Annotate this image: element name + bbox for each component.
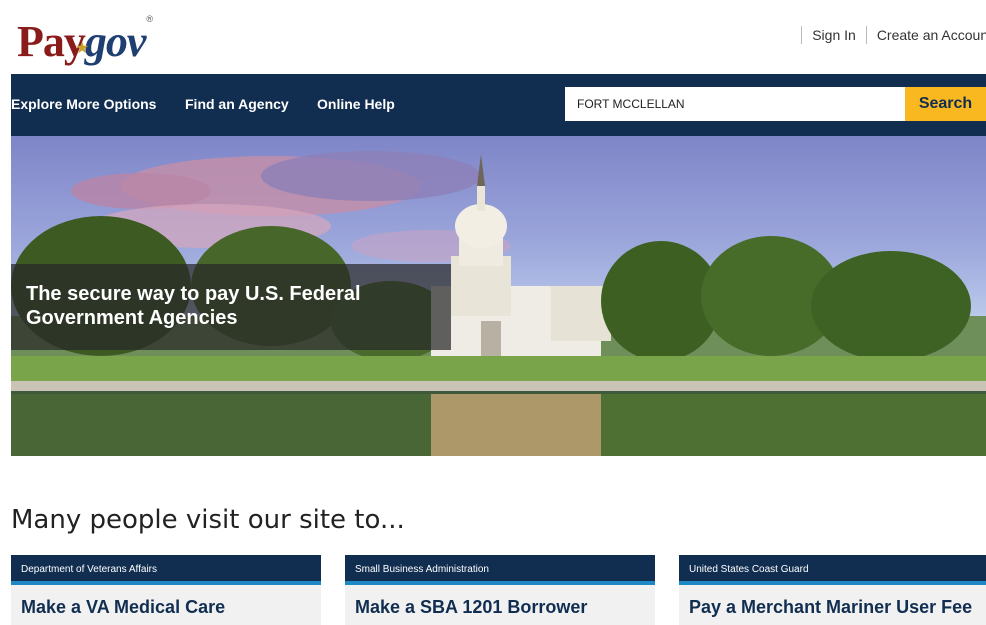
card-agency: Department of Veterans Affairs [11,555,321,585]
account-links: Sign In Create an Account [791,26,986,44]
nav-find-an-agency[interactable]: Find an Agency [185,96,289,112]
search-input[interactable]: FORT MCCLELLAN [565,87,905,121]
card-title[interactable]: Make a SBA 1201 Borrower [345,585,655,618]
popular-card-va[interactable]: Department of Veterans Affairs Make a VA… [11,555,321,625]
divider [801,26,803,44]
divider [865,26,867,44]
logo-gov-text: gov [84,17,147,66]
paygov-logo[interactable]: Pay gov ★ ® [17,4,153,64]
card-title[interactable]: Pay a Merchant Mariner User Fee [679,585,986,618]
nav-online-help[interactable]: Online Help [317,96,395,112]
hero-caption-box: The secure way to pay U.S. Federal Gover… [11,264,451,350]
hero-banner: The secure way to pay U.S. Federal Gover… [11,136,986,456]
popular-card-sba[interactable]: Small Business Administration Make a SBA… [345,555,655,625]
site-header: Pay gov ★ ® Sign In Create an Account [0,0,986,74]
card-agency: United States Coast Guard [679,555,986,585]
star-icon: ★ [75,40,90,57]
sign-in-link[interactable]: Sign In [812,27,856,43]
search-button[interactable]: Search [905,87,986,121]
hero-caption: The secure way to pay U.S. Federal Gover… [26,283,361,329]
popular-card-uscg[interactable]: United States Coast Guard Pay a Merchant… [679,555,986,625]
card-agency: Small Business Administration [345,555,655,585]
card-title[interactable]: Make a VA Medical Care [11,585,321,618]
section-title: Many people visit our site to... [11,505,405,535]
registered-mark: ® [146,14,154,24]
main-nav: Explore More Options Find an Agency Onli… [11,74,986,136]
nav-explore-more-options[interactable]: Explore More Options [11,96,156,112]
create-account-link[interactable]: Create an Account [877,27,986,43]
